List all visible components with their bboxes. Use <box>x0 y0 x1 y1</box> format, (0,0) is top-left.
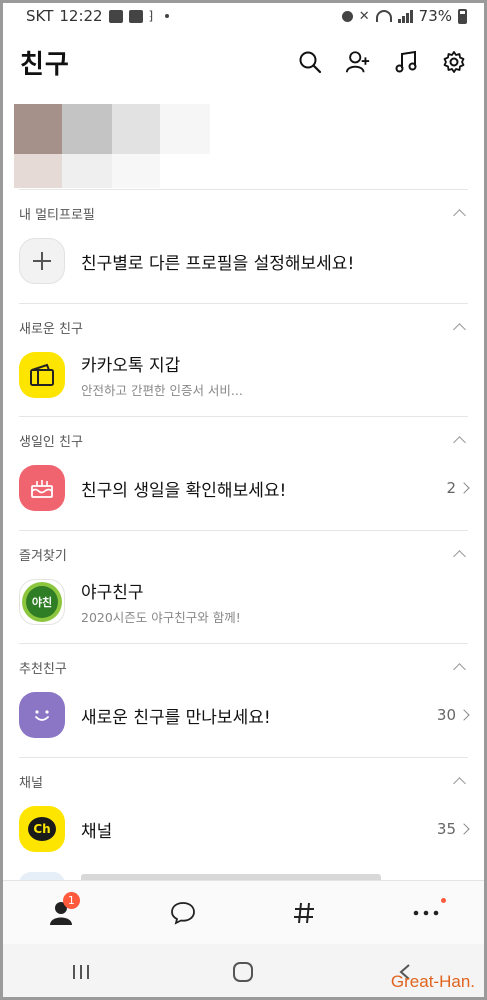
system-nav-bar: Great-Han. <box>0 944 487 1000</box>
tab-friends[interactable]: 1 <box>31 888 91 938</box>
row-subtitle: 2020시즌도 야구친구와 함께! <box>81 610 241 625</box>
alarm-icon <box>341 10 353 22</box>
signal-icon <box>397 9 413 23</box>
more-notifications-icon <box>165 14 170 18</box>
baseball-friend-row[interactable]: 야친 야구친구 2020시즌도 야구친구와 함께! <box>19 571 468 633</box>
collapse-icon[interactable] <box>453 549 466 563</box>
battery-percent: 73% <box>418 7 452 25</box>
section-new-friends: 새로운 친구 카카오톡 지갑 안전하고 간편한 인증서 서비... <box>19 314 468 406</box>
count-value: 2 <box>446 479 456 497</box>
tab-view[interactable] <box>274 888 334 938</box>
section-heading: 내 멀티프로필 <box>19 207 95 223</box>
clock: 12:22 <box>59 7 103 25</box>
count-value: 35 <box>436 820 456 838</box>
row-title: 야구친구 <box>81 583 144 603</box>
row-title: 친구별로 다른 프로필을 설정해보세요! <box>81 253 355 274</box>
wallet-icon <box>19 352 65 398</box>
page-title: 친구 <box>20 49 70 80</box>
section-channel: 채널 Ch 채널 35 <box>19 768 470 860</box>
row-title: 친구의 생일을 확인해보세요! <box>81 480 287 501</box>
logo-text: Ch <box>28 817 56 841</box>
birthday-row[interactable]: 친구의 생일을 확인해보세요! 2 <box>19 457 470 519</box>
message-icon <box>108 9 123 23</box>
carrier-label: SKT <box>26 7 54 25</box>
bottom-tab-bar: 1 <box>0 880 487 945</box>
collapse-icon[interactable] <box>453 662 466 676</box>
status-bar: SKT 12:22 ⁆ ✕ 73% <box>0 0 487 32</box>
chevron-right-icon <box>458 709 470 721</box>
app-header: 친구 <box>0 36 487 88</box>
my-profile-blurred[interactable] <box>14 104 374 188</box>
hashtag-icon <box>294 902 315 924</box>
collapse-icon[interactable] <box>453 322 466 336</box>
music-icon[interactable] <box>393 49 419 75</box>
recent-apps-icon <box>73 965 90 979</box>
battery-icon <box>458 8 467 24</box>
collapse-icon[interactable] <box>453 776 466 790</box>
watermark-text: Great-Han. <box>390 972 475 991</box>
birthday-count[interactable]: 2 <box>446 479 470 497</box>
section-birthday: 생일인 친구 친구의 생일을 확인해보세요! 2 <box>19 427 470 519</box>
logo-text: 야친 <box>26 586 58 618</box>
multi-profile-row[interactable]: 친구별로 다른 프로필을 설정해보세요! <box>19 230 468 292</box>
search-icon[interactable] <box>297 49 323 75</box>
recommended-row[interactable]: 새로운 친구를 만나보세요! 30 <box>19 684 470 746</box>
section-heading: 새로운 친구 <box>19 321 83 337</box>
section-heading: 채널 <box>19 775 43 791</box>
baseball-friend-logo: 야친 <box>19 579 65 625</box>
smile-icon <box>19 692 65 738</box>
chevron-right-icon <box>458 823 470 835</box>
count-value: 30 <box>436 706 456 724</box>
tab-more[interactable] <box>396 888 456 938</box>
chat-bubble-icon <box>170 902 195 925</box>
home-icon <box>233 962 254 982</box>
channel-row[interactable]: Ch 채널 35 <box>19 798 470 860</box>
new-dot-indicator <box>441 898 447 903</box>
mute-icon: ✕ <box>358 8 370 24</box>
cake-icon <box>19 465 65 511</box>
home-button[interactable] <box>223 957 263 987</box>
section-recommended: 추천친구 새로운 친구를 만나보세요! 30 <box>19 654 470 746</box>
channel-count[interactable]: 35 <box>436 820 470 838</box>
channel-logo: Ch <box>19 806 65 852</box>
gallery-icon <box>128 9 143 23</box>
collapse-icon[interactable] <box>453 435 466 449</box>
row-title: 채널 <box>81 821 113 842</box>
wifi-icon <box>375 10 392 22</box>
plus-icon <box>19 238 65 284</box>
recommended-count[interactable]: 30 <box>436 706 470 724</box>
section-heading: 추천친구 <box>19 661 67 677</box>
chevron-right-icon <box>458 482 470 494</box>
row-subtitle: 안전하고 간편한 인증서 서비... <box>81 383 243 398</box>
recent-apps-button[interactable] <box>61 957 101 987</box>
notification-badge: 1 <box>62 892 80 909</box>
kakao-wallet-row[interactable]: 카카오톡 지갑 안전하고 간편한 인증서 서비... <box>19 344 468 406</box>
section-favorites: 즐겨찾기 야친 야구친구 2020시즌도 야구친구와 함께! <box>19 541 468 633</box>
nfc-icon: ⁆ <box>148 9 154 23</box>
more-icon <box>413 910 439 916</box>
collapse-icon[interactable] <box>453 208 466 222</box>
section-multi-profile: 내 멀티프로필 친구별로 다른 프로필을 설정해보세요! <box>19 200 468 292</box>
tab-chats[interactable] <box>153 888 213 938</box>
settings-icon[interactable] <box>441 49 467 75</box>
row-title: 카카오톡 지갑 <box>81 356 181 376</box>
section-heading: 즐겨찾기 <box>19 548 67 564</box>
row-title: 새로운 친구를 만나보세요! <box>81 707 271 728</box>
section-heading: 생일인 친구 <box>19 434 83 450</box>
add-friend-icon[interactable] <box>345 49 371 75</box>
